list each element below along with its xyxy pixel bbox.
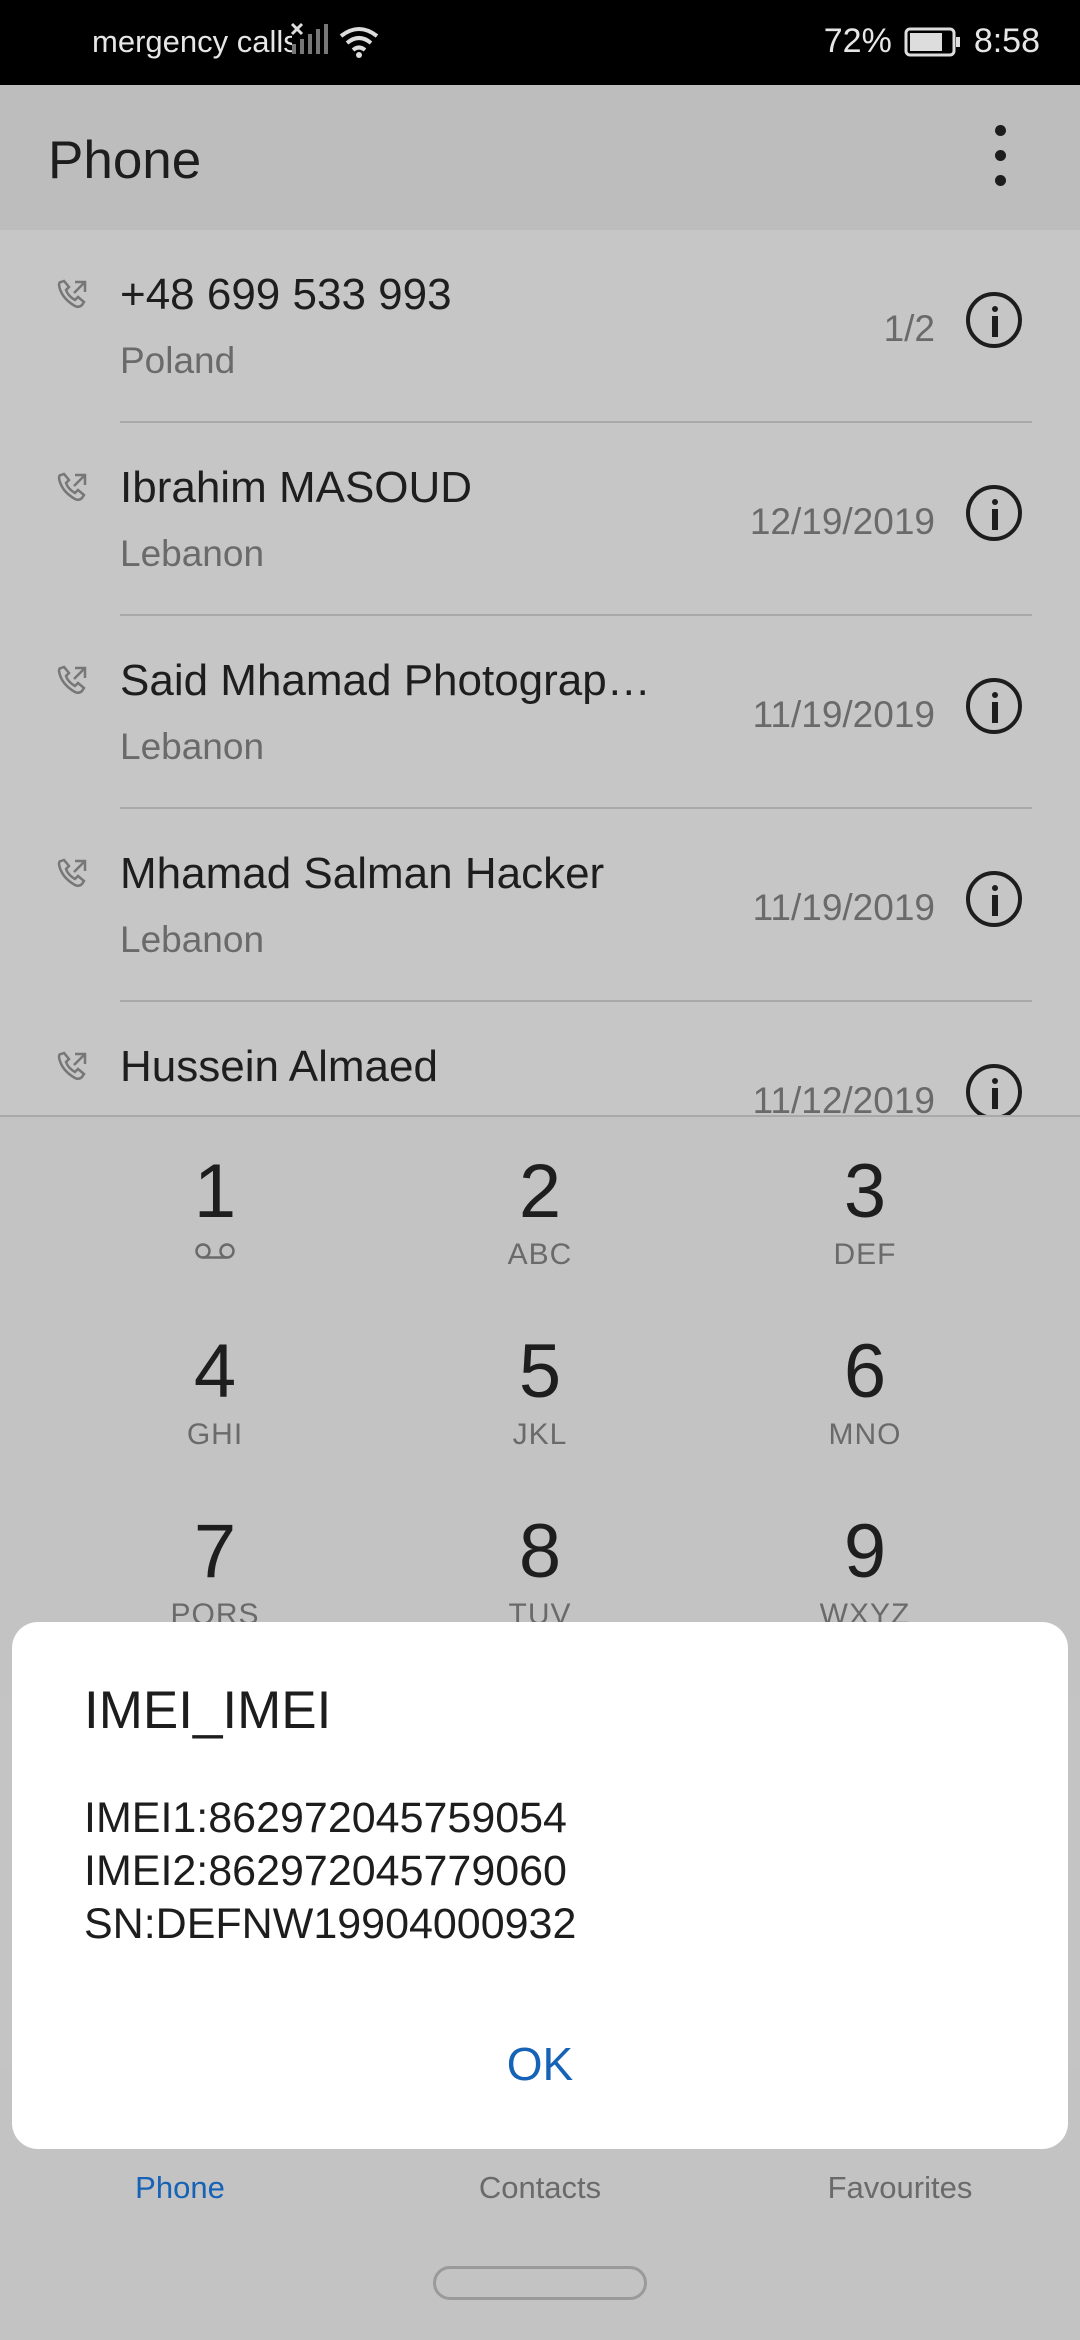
dialpad-key-8[interactable]: 8 TUV [440, 1512, 640, 1632]
call-location: Poland [120, 340, 236, 381]
call-location: Lebanon [120, 533, 265, 574]
more-options-icon[interactable] [990, 125, 1010, 195]
call-date: 11/19/2019 [752, 694, 935, 735]
dialpad-key-9[interactable]: 9 WXYZ [765, 1512, 965, 1632]
serial-number-text: SN:DEFNW19904000932 [84, 1900, 577, 1948]
dialpad: 1 2 ABC 3 DEF 4 GHI 5 JKL 6 MNO 7 PQRS 8… [0, 1115, 1080, 1697]
call-date: 1/2 [883, 308, 935, 349]
call-log-row[interactable]: Hussein Almaed 11/12/2019 [0, 1002, 1080, 1115]
dialpad-key-4[interactable]: 4 GHI [115, 1332, 315, 1452]
nav-tab-contacts[interactable]: Contacts [420, 2170, 660, 2206]
call-location: Lebanon [120, 726, 265, 767]
call-info-button[interactable] [966, 485, 1022, 541]
page-title: Phone [48, 131, 202, 190]
call-date: 11/19/2019 [752, 887, 935, 928]
battery-icon [904, 27, 960, 56]
imei1-text: IMEI1:862972045759054 [84, 1794, 567, 1842]
call-info-button[interactable] [966, 871, 1022, 927]
ok-button[interactable]: OK [12, 2037, 1068, 2091]
call-contact-name: Mhamad Salman Hacker [120, 849, 605, 898]
outgoing-call-icon [57, 279, 87, 309]
battery-percent: 72% [823, 22, 892, 60]
dialpad-key-3[interactable]: 3 DEF [765, 1152, 965, 1272]
home-indicator[interactable] [433, 2266, 647, 2300]
dialog-body: IMEI1:862972045759054 IMEI2:862972045779… [84, 1792, 576, 1951]
outgoing-call-icon [57, 665, 87, 695]
call-log-row[interactable]: Said Mhamad Photograp… Lebanon 11/19/201… [0, 616, 1080, 809]
call-info-button[interactable] [966, 678, 1022, 734]
outgoing-call-icon [57, 1051, 87, 1081]
outgoing-call-icon [57, 858, 87, 888]
dialpad-key-5[interactable]: 5 JKL [440, 1332, 640, 1452]
dialpad-key-1[interactable]: 1 [115, 1152, 315, 1265]
call-date: 11/12/2019 [752, 1080, 935, 1115]
status-carrier-text: mergency calls o [92, 24, 292, 59]
call-log-row[interactable]: Mhamad Salman Hacker Lebanon 11/19/2019 [0, 809, 1080, 1002]
status-bar: mergency calls o 72% 8:58 [0, 0, 1080, 85]
call-location: Lebanon [120, 919, 265, 960]
dialog-title: IMEI_IMEI [84, 1681, 332, 1740]
nav-tab-phone[interactable]: Phone [60, 2170, 300, 2206]
call-log-row[interactable]: Ibrahim MASOUD Lebanon 12/19/2019 [0, 423, 1080, 616]
call-log-row[interactable]: +48 699 533 993 Poland 1/2 [0, 230, 1080, 423]
app-header: Phone [0, 85, 1080, 230]
call-info-button[interactable] [966, 292, 1022, 348]
voicemail-icon [195, 1243, 235, 1259]
call-date: 12/19/2019 [749, 501, 935, 542]
call-info-button[interactable] [966, 1064, 1022, 1115]
dialpad-key-2[interactable]: 2 ABC [440, 1152, 640, 1272]
dialpad-key-6[interactable]: 6 MNO [765, 1332, 965, 1452]
call-log-list[interactable]: +48 699 533 993 Poland 1/2 Ibrahim MASOU… [0, 230, 1080, 1115]
call-contact-name: +48 699 533 993 [120, 270, 452, 319]
dialpad-key-7[interactable]: 7 PQRS [115, 1512, 315, 1632]
outgoing-call-icon [57, 472, 87, 502]
call-contact-name: Ibrahim MASOUD [120, 463, 473, 512]
nav-tab-favourites[interactable]: Favourites [780, 2170, 1020, 2206]
wifi-icon [339, 27, 379, 58]
clock: 8:58 [973, 22, 1040, 60]
call-contact-name: Hussein Almaed [120, 1042, 438, 1091]
signal-icon [290, 22, 328, 54]
imei2-text: IMEI2:862972045779060 [84, 1847, 567, 1895]
imei-dialog: IMEI_IMEI IMEI1:862972045759054 IMEI2:86… [12, 1622, 1068, 2149]
call-contact-name: Said Mhamad Photograp… [120, 656, 651, 705]
